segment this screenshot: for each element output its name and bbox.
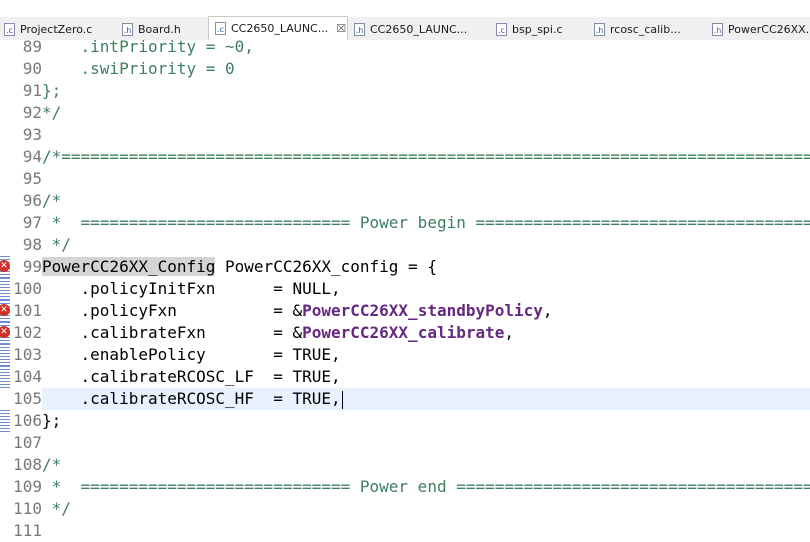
line-text-post: , <box>504 323 515 342</box>
highlighted-type: PowerCC26XX_Config <box>42 257 216 276</box>
line-text-post: , <box>542 301 553 320</box>
h-file-icon: .h <box>594 22 605 36</box>
tab-label: ProjectZero.c <box>20 22 93 36</box>
line-number: 103 <box>13 345 42 364</box>
line-text: .policyInitFxn = NULL, <box>42 279 341 298</box>
line-text: * ============================ Power end… <box>42 477 810 496</box>
line-number: 102 <box>13 323 42 342</box>
h-file-icon: .h <box>712 22 723 36</box>
line-text: .calibrateFxn = &PowerCC26XX_calibrate, <box>42 322 515 344</box>
line-number: 108 <box>13 455 42 474</box>
line-number: 101 <box>13 301 42 320</box>
line-text: /* <box>42 455 62 474</box>
code-line[interactable]: 92 */ <box>0 102 810 124</box>
line-text: PowerCC26XX_Config PowerCC26XX_config = … <box>42 256 437 278</box>
h-file-icon: .h <box>354 22 365 36</box>
line-text-content: .calibrateRCOSC_HF = TRUE, <box>42 389 341 408</box>
code-line[interactable]: 106 }; <box>0 410 810 432</box>
line-number: 95 <box>22 169 42 188</box>
line-number: 92 <box>22 103 42 122</box>
code-line[interactable]: 100 .policyInitFxn = NULL, <box>0 278 810 300</box>
line-number: 90 <box>22 59 42 78</box>
code-line[interactable]: 103 .enablePolicy = TRUE, <box>0 344 810 366</box>
code-line[interactable]: 98 */ <box>0 234 810 256</box>
c-file-icon: .c <box>4 22 15 36</box>
line-number: 97 <box>22 213 42 232</box>
line-number: 105 <box>0 388 42 410</box>
line-number: 96 <box>22 191 42 210</box>
c-file-icon: .c <box>215 22 226 35</box>
line-number: 104 <box>13 367 42 386</box>
line-text: .intPriority = ~0, <box>42 37 254 56</box>
line-text: */ <box>42 499 71 518</box>
line-number: 111 <box>13 521 42 540</box>
tab-label: rcosc_calib... <box>610 22 681 36</box>
symbol-reference: PowerCC26XX_standbyPolicy <box>302 301 543 320</box>
line-text: /* <box>42 191 62 210</box>
code-line[interactable]: 89 .intPriority = ~0, <box>0 36 810 58</box>
line-number: 93 <box>22 125 42 144</box>
line-text: .swiPriority = 0 <box>42 59 235 78</box>
line-text: .policyFxn = &PowerCC26XX_standbyPolicy, <box>42 300 553 322</box>
code-line[interactable]: 110 */ <box>0 498 810 520</box>
code-line[interactable]: 109 * ============================ Power… <box>0 476 810 498</box>
code-line[interactable]: ✕ 99 PowerCC26XX_Config PowerCC26XX_conf… <box>0 256 810 278</box>
line-number: 109 <box>13 477 42 496</box>
code-editor[interactable]: 89 .intPriority = ~0, 90 .swiPriority = … <box>0 37 810 542</box>
code-line[interactable]: 95 <box>0 168 810 190</box>
code-line[interactable]: 97 * ============================ Power … <box>0 212 810 234</box>
line-number: 106 <box>13 411 42 430</box>
line-number: 99 <box>22 257 42 276</box>
code-line[interactable]: ✕ 102 .calibrateFxn = &PowerCC26XX_calib… <box>0 322 810 344</box>
tab-label: CC2650_LAUNC... <box>370 22 468 36</box>
code-line[interactable]: 96 /* <box>0 190 810 212</box>
code-line[interactable]: 108 /* <box>0 454 810 476</box>
code-line[interactable]: ✕ 101 .policyFxn = &PowerCC26XX_standbyP… <box>0 300 810 322</box>
current-code-line[interactable]: 105 .calibrateRCOSC_HF = TRUE, <box>0 388 810 410</box>
line-text: .enablePolicy = TRUE, <box>42 345 341 364</box>
line-text: .calibrateRCOSC_LF = TRUE, <box>42 367 341 386</box>
line-text-pre: .calibrateFxn = & <box>42 323 303 342</box>
line-text: * ============================ Power beg… <box>42 213 810 232</box>
line-text: .calibrateRCOSC_HF = TRUE, <box>42 388 343 410</box>
line-text-rest: PowerCC26XX_config = { <box>215 257 437 276</box>
tab-label: PowerCC26XX.h <box>728 22 810 36</box>
tab-label: CC2650_LAUNC... <box>231 22 329 35</box>
line-number: 91 <box>22 81 42 100</box>
h-file-icon: .h <box>122 22 133 36</box>
tab-label: Board.h <box>138 22 181 36</box>
c-file-icon: .c <box>496 22 507 36</box>
code-line[interactable]: 93 <box>0 124 810 146</box>
tab-label: bsp_spi.c <box>512 22 563 36</box>
editor-tab-bar: .c ProjectZero.c .h Board.h .c CC2650_LA… <box>0 0 810 40</box>
line-number: 94 <box>22 147 42 166</box>
line-number: 98 <box>22 235 42 254</box>
line-number: 89 <box>22 37 42 56</box>
code-line[interactable]: 90 .swiPriority = 0 <box>0 58 810 80</box>
symbol-reference: PowerCC26XX_calibrate <box>302 323 505 342</box>
code-line[interactable]: 104 .calibrateRCOSC_LF = TRUE, <box>0 366 810 388</box>
line-number: 107 <box>13 433 42 452</box>
code-line[interactable]: 94 /*===================================… <box>0 146 810 168</box>
text-cursor <box>341 390 343 409</box>
line-text: */ <box>42 235 71 254</box>
code-line[interactable]: 107 <box>0 432 810 454</box>
line-number: 110 <box>13 499 42 518</box>
line-text: */ <box>42 103 62 122</box>
code-line[interactable]: 111 <box>0 520 810 542</box>
line-text: }; <box>42 411 62 430</box>
line-text: /*======================================… <box>42 147 810 166</box>
line-text-pre: .policyFxn = & <box>42 301 303 320</box>
line-text: }; <box>42 81 62 100</box>
line-number: 100 <box>13 279 42 298</box>
close-tab-icon[interactable]: ☒ <box>336 22 346 35</box>
code-line[interactable]: 91 }; <box>0 80 810 102</box>
